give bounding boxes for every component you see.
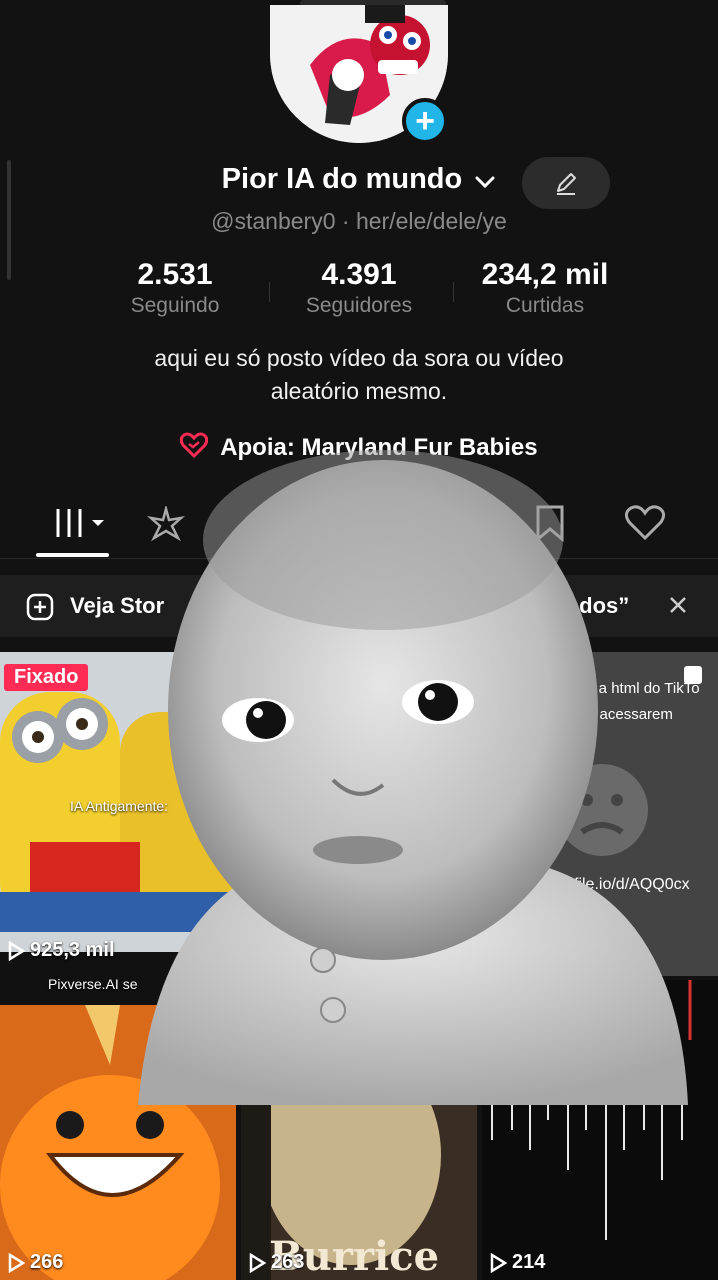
overlay-image <box>118 450 700 1105</box>
add-story-icon <box>26 593 54 621</box>
chevron-down-icon[interactable] <box>474 164 496 197</box>
view-count-value: 214 <box>512 1251 546 1273</box>
likes-label: Curtidas <box>505 294 585 317</box>
tab-videos[interactable] <box>54 506 108 545</box>
username-pronouns: @stanbery0 · her/ele/dele/ye <box>211 208 507 234</box>
view-count: 263 <box>247 1251 304 1274</box>
grid-icon <box>56 509 104 537</box>
bio: aqui eu só posto vídeo da sora ou vídeo … <box>60 342 658 408</box>
following-count: 2.531 <box>137 258 213 291</box>
pinned-badge: Fixado <box>4 664 89 691</box>
following-label: Seguindo <box>130 294 220 317</box>
active-tab-indicator <box>36 553 109 557</box>
bio-line-1: aqui eu só posto vídeo da sora ou vídeo <box>154 345 564 371</box>
view-count-value: 925,3 mil <box>30 939 115 961</box>
display-name: Pior IA do mundo <box>221 163 463 195</box>
view-count: 925,3 mil <box>6 939 115 962</box>
stat-divider <box>269 282 270 302</box>
likes-stat[interactable]: 234,2 mil Curtidas <box>460 258 630 318</box>
following-stat[interactable]: 2.531 Seguindo <box>90 258 260 318</box>
view-count: 214 <box>488 1251 545 1274</box>
stat-divider <box>453 282 454 302</box>
play-icon <box>8 1252 26 1273</box>
bio-line-2: aleatório mesmo. <box>270 378 448 404</box>
view-count-value: 266 <box>30 1251 64 1273</box>
view-count: 266 <box>6 1251 63 1274</box>
plus-icon: + <box>415 102 435 140</box>
play-icon <box>8 940 26 961</box>
likes-count: 234,2 mil <box>481 258 609 291</box>
play-icon <box>249 1252 267 1273</box>
followers-stat[interactable]: 4.391 Seguidores <box>274 258 444 318</box>
view-count-value: 263 <box>271 1251 305 1273</box>
edit-profile-button[interactable] <box>522 157 610 209</box>
pencil-icon <box>557 173 576 195</box>
followers-label: Seguidores <box>305 294 413 317</box>
play-icon <box>490 1252 508 1273</box>
display-name-row[interactable]: Pior IA do mundo <box>0 163 718 197</box>
followers-count: 4.391 <box>321 258 397 291</box>
add-story-button[interactable]: + <box>402 98 448 144</box>
